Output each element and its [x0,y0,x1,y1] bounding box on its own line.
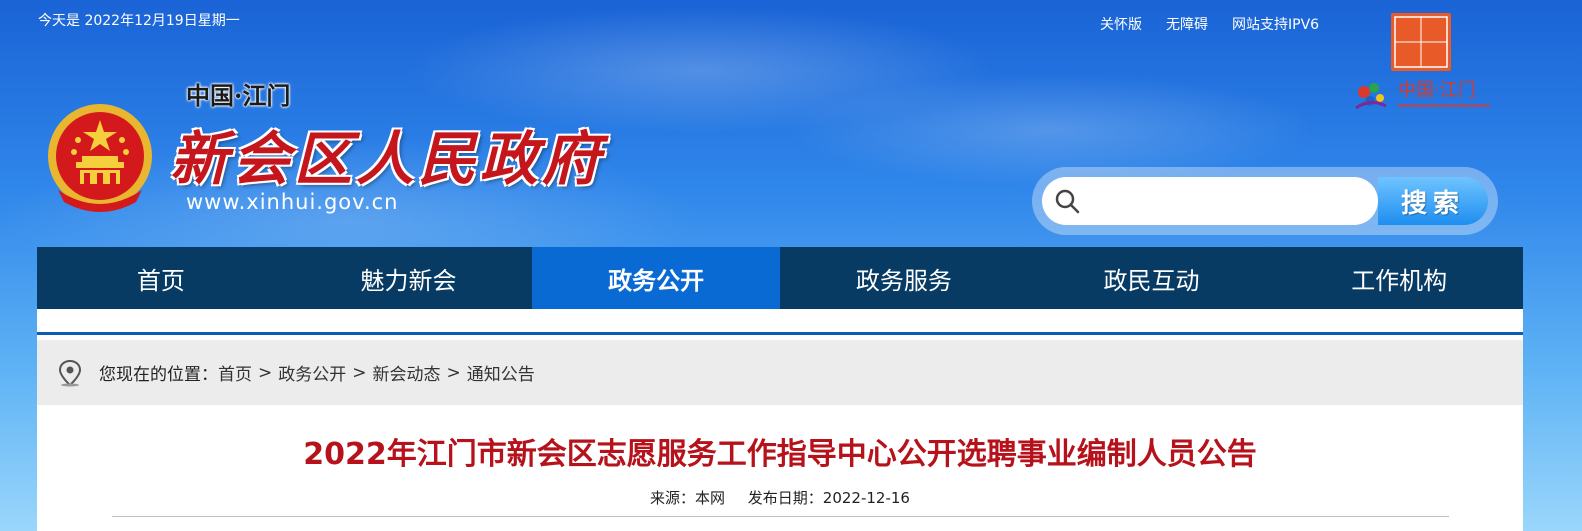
top-links: 关怀版 无障碍 网站支持IPV6 [1100,14,1319,34]
breadcrumb-separator: > [446,362,461,383]
nav-item-charm-xinhui[interactable]: 魅力新会 [285,247,533,309]
nav-item-government-services[interactable]: 政务服务 [780,247,1028,309]
article-publish-date: 发布日期：2022-12-16 [747,489,910,507]
meta-divider [112,516,1449,517]
nav-item-interaction[interactable]: 政民互动 [1028,247,1276,309]
site-url: www.xinhui.gov.cn [186,190,399,214]
nav-item-home[interactable]: 首页 [37,247,285,309]
search-icon [1055,189,1080,214]
breadcrumb: 您现在的位置： 首页 > 政务公开 > 新会动态 > 通知公告 [37,340,1523,405]
breadcrumb-home[interactable]: 首页 [218,360,252,385]
article-source: 来源：本网 [650,489,726,507]
main-nav: 首页 魅力新会 政务公开 政务服务 政民互动 工作机构 [37,247,1523,309]
current-date: 今天是 2022年12月19日星期一 [38,13,240,29]
breadcrumb-government-affairs[interactable]: 政务公开 [278,360,346,385]
location-pin-icon [58,359,82,386]
site-subtitle: 中国·江门 [186,81,291,110]
nav-item-agencies[interactable]: 工作机构 [1275,247,1523,309]
breadcrumb-label: 您现在的位置： [99,365,218,385]
accessibility-link[interactable]: 无障碍 [1166,14,1208,34]
divider [37,332,1523,335]
breadcrumb-separator: > [352,362,367,383]
national-emblem-icon [48,104,152,212]
content-panel: 您现在的位置： 首页 > 政务公开 > 新会动态 > 通知公告 2022年江门市… [37,309,1523,531]
search-button[interactable]: 搜索 [1378,177,1488,225]
breadcrumb-xinhui-news[interactable]: 新会动态 [373,360,441,385]
breadcrumb-separator: > [258,362,273,383]
nav-item-government-affairs[interactable]: 政务公开 [532,247,781,309]
care-mode-link[interactable]: 关怀版 [1100,14,1142,34]
svg-text:中国·江门: 中国·江门 [1398,80,1476,101]
breadcrumb-notices[interactable]: 通知公告 [467,360,535,385]
article-meta: 来源：本网 发布日期：2022-12-16 [37,487,1523,508]
search-input[interactable] [1042,177,1378,225]
article-title: 2022年江门市新会区志愿服务工作指导中心公开选聘事业编制人员公告 [303,437,1257,472]
qiaodu-badge-icon[interactable] [1390,12,1452,72]
site-title[interactable]: 新会区人民政府 [170,112,604,196]
jiangmen-logo-icon[interactable]: 中国·江门 [1350,74,1495,114]
ipv6-support-link[interactable]: 网站支持IPV6 [1232,14,1319,34]
